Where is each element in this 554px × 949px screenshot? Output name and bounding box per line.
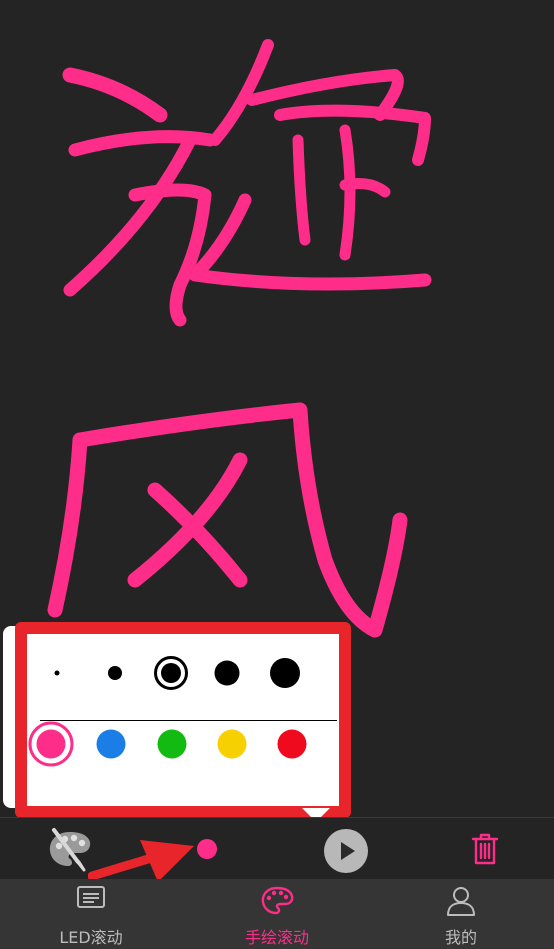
bottom-tab-bar: LED滚动 手绘滚动 我的 — [0, 879, 554, 949]
brush-popup — [15, 622, 351, 818]
tab-label: 我的 — [444, 928, 477, 947]
user-icon — [447, 887, 475, 916]
palette-icon — [261, 886, 294, 915]
trash-icon — [471, 833, 499, 865]
brush-size-xlarge[interactable] — [270, 658, 300, 688]
brush-size-row — [27, 634, 339, 719]
clear-canvas-button[interactable] — [470, 832, 500, 866]
stroke — [63, 133, 197, 297]
color-swatch-red[interactable] — [277, 729, 307, 759]
stroke — [62, 67, 168, 123]
tab-label: 手绘滚动 — [244, 928, 309, 947]
stroke — [292, 134, 311, 246]
stroke — [72, 402, 408, 638]
brush-size-large[interactable] — [214, 660, 240, 686]
tab-mine[interactable]: 我的 — [386, 879, 536, 949]
color-swatch-blue[interactable] — [96, 729, 126, 759]
play-button[interactable] — [323, 828, 369, 874]
play-icon — [324, 829, 368, 873]
color-swatch-yellow[interactable] — [217, 729, 247, 759]
popup-divider — [40, 720, 337, 721]
palette-brush-icon — [49, 828, 91, 872]
brush-size-xsmall[interactable] — [54, 670, 60, 676]
tab-led-scroll[interactable]: LED滚动 — [16, 879, 166, 949]
color-dot-icon — [197, 839, 217, 859]
stroke — [147, 482, 248, 588]
palette-brush-button[interactable] — [46, 826, 94, 872]
brush-size-medium[interactable] — [161, 663, 181, 683]
current-color-button[interactable] — [197, 839, 217, 859]
color-swatch-pink[interactable] — [36, 729, 66, 759]
tab-label: LED滚动 — [59, 928, 123, 947]
led-board-icon — [77, 886, 105, 908]
drawing-toolbar — [0, 817, 554, 880]
stroke — [47, 432, 88, 618]
stroke — [339, 124, 356, 261]
brush-size-small[interactable] — [108, 666, 122, 680]
color-swatch-green[interactable] — [157, 729, 187, 759]
tab-hand-draw-scroll[interactable]: 手绘滚动 — [202, 879, 352, 949]
